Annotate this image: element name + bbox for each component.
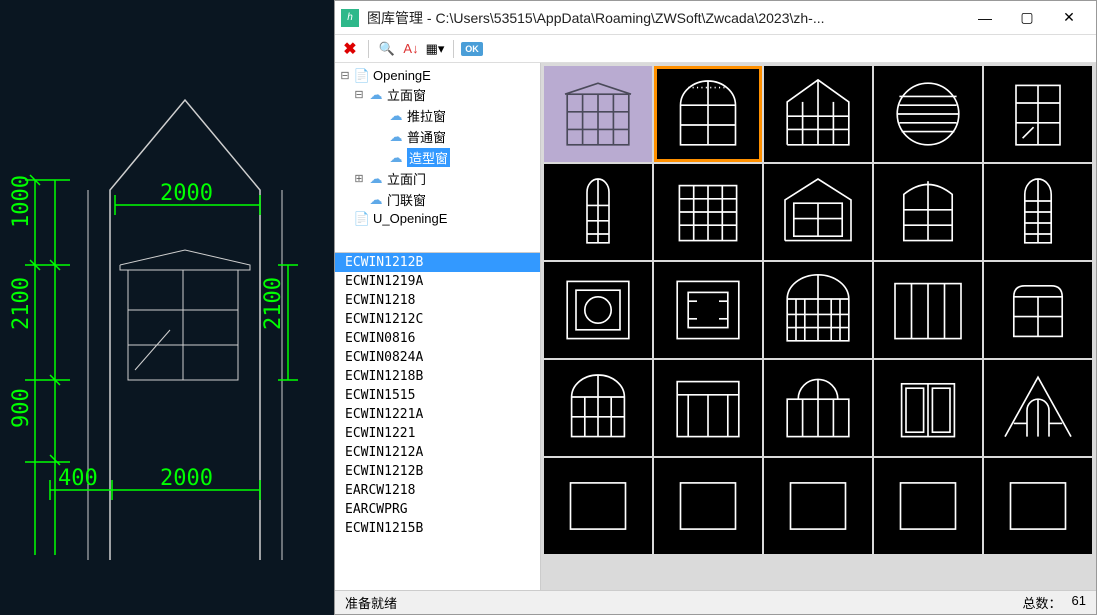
- category-tree[interactable]: ⊟📄OpeningE⊟☁立面窗☁推拉窗☁普通窗☁造型窗⊞☁立面门☁门联窗📄U_O…: [335, 63, 540, 253]
- search-button[interactable]: 🔍: [378, 40, 396, 58]
- list-item[interactable]: ECWIN1212A: [335, 443, 540, 462]
- tree-item[interactable]: ☁普通窗: [335, 126, 540, 147]
- minimize-button[interactable]: —: [964, 4, 1006, 32]
- toolbar: ✖ 🔍 A↓ ▦▾ OK: [335, 35, 1096, 63]
- list-item[interactable]: EARCW1218: [335, 481, 540, 500]
- list-item[interactable]: ECWIN1218B: [335, 367, 540, 386]
- thumbnail[interactable]: [544, 458, 652, 554]
- dim-2100a: 2100: [9, 277, 34, 330]
- thumbnail[interactable]: [874, 458, 982, 554]
- titlebar[interactable]: h 图库管理 - C:\Users\53515\AppData\Roaming\…: [335, 1, 1096, 35]
- list-item[interactable]: EARCWPRG: [335, 500, 540, 519]
- list-item[interactable]: ECWIN1221: [335, 424, 540, 443]
- separator: [368, 40, 369, 58]
- thumbnail[interactable]: [764, 262, 872, 358]
- close-button[interactable]: ✕: [1048, 4, 1090, 32]
- thumbnail[interactable]: [654, 66, 762, 162]
- thumbnail[interactable]: [984, 164, 1092, 260]
- thumbnail[interactable]: [654, 262, 762, 358]
- list-item[interactable]: ECWIN1218: [335, 291, 540, 310]
- thumbnail[interactable]: [874, 360, 982, 456]
- list-item[interactable]: ECWIN1212B: [335, 253, 540, 272]
- thumbnail[interactable]: [544, 360, 652, 456]
- list-item[interactable]: ECWIN1212C: [335, 310, 540, 329]
- dim-2000a: 2000: [160, 181, 213, 206]
- list-item[interactable]: ECWIN0824A: [335, 348, 540, 367]
- status-text: 准备就绪: [345, 593, 1023, 612]
- thumbnail[interactable]: [654, 360, 762, 456]
- thumbnail-grid[interactable]: [541, 63, 1096, 590]
- tree-item[interactable]: ⊟☁立面窗: [335, 84, 540, 105]
- dim-1000: 1000: [9, 175, 34, 228]
- tree-item[interactable]: ⊟📄OpeningE: [335, 67, 540, 84]
- thumbnail[interactable]: [764, 164, 872, 260]
- tree-item[interactable]: ☁门联窗: [335, 189, 540, 210]
- list-item[interactable]: ECWIN1515: [335, 386, 540, 405]
- thumbnail[interactable]: [984, 66, 1092, 162]
- thumbnail[interactable]: [764, 360, 872, 456]
- thumbnail[interactable]: [764, 66, 872, 162]
- thumbnail[interactable]: [544, 262, 652, 358]
- thumbnail[interactable]: [984, 360, 1092, 456]
- thumbnail[interactable]: [984, 458, 1092, 554]
- list-item[interactable]: ECWIN0816: [335, 329, 540, 348]
- list-item[interactable]: ECWIN1212B: [335, 462, 540, 481]
- layout-button[interactable]: ▦▾: [426, 40, 444, 58]
- thumbnail[interactable]: [874, 262, 982, 358]
- thumbnail[interactable]: [654, 458, 762, 554]
- sort-button[interactable]: A↓: [402, 40, 420, 58]
- thumbnail[interactable]: [984, 262, 1092, 358]
- maximize-button[interactable]: ▢: [1006, 4, 1048, 32]
- dim-900: 900: [9, 388, 34, 428]
- tree-item[interactable]: ⊞☁立面门: [335, 168, 540, 189]
- list-item[interactable]: ECWIN1221A: [335, 405, 540, 424]
- delete-button[interactable]: ✖: [341, 40, 359, 58]
- statusbar: 准备就绪 总数： 61: [335, 590, 1096, 614]
- list-item[interactable]: ECWIN1219A: [335, 272, 540, 291]
- thumbnail[interactable]: [764, 458, 872, 554]
- thumbnail[interactable]: [654, 164, 762, 260]
- library-manager-dialog: h 图库管理 - C:\Users\53515\AppData\Roaming\…: [334, 0, 1097, 615]
- dim-400: 400: [58, 466, 98, 491]
- list-item[interactable]: ECWIN1215B: [335, 519, 540, 538]
- thumbnail[interactable]: [544, 164, 652, 260]
- total-label: 总数：: [1023, 593, 1062, 612]
- tree-item[interactable]: 📄U_OpeningE: [335, 210, 540, 227]
- thumbnail[interactable]: [544, 66, 652, 162]
- dim-2100b: 2100: [261, 277, 286, 330]
- tree-item[interactable]: ☁推拉窗: [335, 105, 540, 126]
- separator: [453, 40, 454, 58]
- thumbnail[interactable]: [874, 66, 982, 162]
- tree-item[interactable]: ☁造型窗: [335, 147, 540, 168]
- window-title: 图库管理 - C:\Users\53515\AppData\Roaming\ZW…: [367, 8, 964, 28]
- total-value: 61: [1072, 593, 1086, 612]
- thumbnail[interactable]: [874, 164, 982, 260]
- ok-button[interactable]: OK: [463, 40, 481, 58]
- block-list[interactable]: ECWIN1212BECWIN1219AECWIN1218ECWIN1212CE…: [335, 253, 540, 590]
- dim-2000b: 2000: [160, 466, 213, 491]
- app-icon: h: [341, 9, 359, 27]
